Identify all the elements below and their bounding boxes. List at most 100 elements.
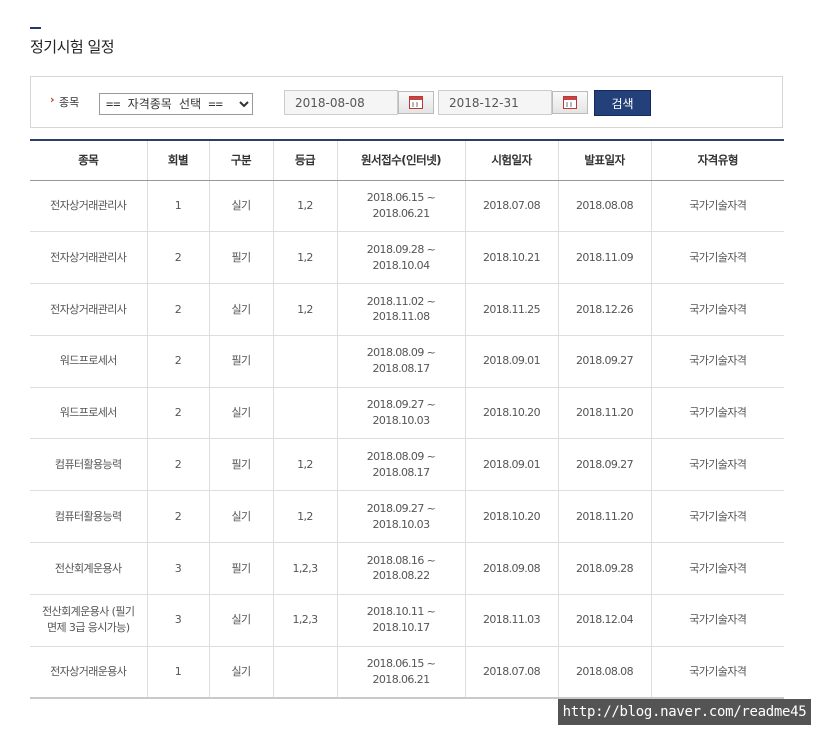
cell-grade: [272, 335, 337, 388]
table-header-row: 종목 회별 구분 등급 원서접수(인터넷) 시험일자 발표일자 자격유형: [30, 140, 784, 181]
cell-exam-date: 2018.11.25: [464, 283, 558, 336]
application-end: 2018.10.17: [372, 621, 431, 635]
application-end: 2018.10.03: [372, 517, 431, 531]
table-row: 워드프로세서 2 필기 2018.08.09 ~ 2018.08.17 2018.09.0…: [30, 335, 784, 388]
cell-result-date: 2018.09.28: [557, 542, 651, 595]
cell-exam-date: 2018.07.08: [464, 646, 558, 699]
cell-type: 필기: [208, 231, 273, 285]
cell-result-date: 2018.11.20: [557, 387, 651, 440]
cell-name: 워드프로세서: [30, 335, 147, 388]
cell-result-date: 2018.09.27: [557, 335, 651, 388]
cell-type: 필기: [208, 542, 273, 595]
start-date-input[interactable]: [284, 90, 398, 115]
application-start: 2018.08.09 ~: [366, 346, 436, 360]
cell-exam-date: 2018.10.21: [464, 231, 558, 285]
cell-cert-type: 국가기술자격: [650, 180, 784, 233]
cell-round: 3: [146, 542, 209, 595]
cell-name: 전자상거래관리사: [30, 180, 147, 233]
cell-result-date: 2018.12.04: [557, 594, 651, 647]
header-result-date: 발표일자: [557, 140, 651, 181]
cell-name: 컴퓨터활용능력: [30, 490, 147, 544]
cell-result-date: 2018.12.26: [557, 283, 651, 336]
cell-round: 1: [146, 180, 209, 233]
calendar-icon: [563, 96, 577, 109]
cell-round: 2: [146, 387, 209, 440]
cell-type: 실기: [208, 283, 273, 336]
cell-type: 실기: [208, 387, 273, 440]
header-type: 구분: [208, 140, 273, 181]
cell-type: 실기: [208, 594, 273, 647]
application-start: 2018.09.27 ~: [366, 398, 436, 412]
qualification-type-select[interactable]: == 자격종목 선택 ==: [99, 93, 253, 115]
cell-application: 2018.11.02 ~ 2018.11.08: [336, 283, 465, 336]
exam-schedule-table: 종목 회별 구분 등급 원서접수(인터넷) 시험일자 발표일자 자격유형 전자상거래관리사 1 실…: [30, 139, 784, 699]
cell-name: 전자상거래운용사: [30, 646, 147, 699]
table-row: 워드프로세서 2 실기 2018.09.27 ~ 2018.10.03 2018.10.2…: [30, 387, 784, 440]
title-accent-bar: [30, 27, 41, 29]
cell-result-date: 2018.09.27: [557, 438, 651, 492]
cell-grade: 1,2,3: [272, 594, 337, 647]
cell-type: 실기: [208, 180, 273, 233]
cell-cert-type: 국가기술자격: [650, 335, 784, 388]
cell-type: 실기: [208, 646, 273, 699]
start-date-calendar-button[interactable]: [398, 91, 434, 114]
table-row: 컴퓨터활용능력 2 실기 1,2 2018.09.27 ~2018.10.03 2018.…: [30, 490, 784, 544]
application-end: 2018.06.21: [372, 672, 431, 686]
search-button[interactable]: 검색: [594, 90, 651, 116]
header-name: 종목: [30, 140, 147, 181]
cell-name: 전자상거래관리사: [30, 231, 147, 285]
cell-application: 2018.09.28 ~ 2018.10.04: [336, 231, 465, 285]
cell-application: 2018.10.11 ~ 2018.10.17: [336, 594, 465, 647]
page-title: 정기시험 일정: [30, 38, 115, 56]
cell-round: 2: [146, 231, 209, 285]
cell-result-date: 2018.11.09: [557, 231, 651, 285]
table-row: 컴퓨터활용능력 2 필기 1,2 2018.08.09 ~2018.08.17 2018.…: [30, 438, 784, 492]
cell-cert-type: 국가기술자격: [650, 438, 784, 492]
cell-cert-type: 국가기술자격: [650, 490, 784, 544]
cell-application: 2018.09.27 ~ 2018.10.03: [336, 490, 465, 544]
end-date-input[interactable]: [438, 90, 552, 115]
cell-round: 2: [146, 283, 209, 336]
cell-cert-type: 국가기술자격: [650, 594, 784, 647]
cell-exam-date: 2018.09.01: [464, 335, 558, 388]
table-row: 전자상거래관리사 2 필기 1,2 2018.09.28 ~2018.10.04 2018…: [30, 231, 784, 285]
header-round: 회별: [146, 140, 209, 181]
header-exam-date: 시험일자: [464, 140, 558, 181]
table-row: 전자상거래관리사 1 실기 1,2 2018.06.15 ~2018.06.21 2018…: [30, 180, 784, 233]
calendar-icon: [409, 96, 423, 109]
cell-result-date: 2018.08.08: [557, 180, 651, 233]
header-application: 원서접수(인터넷): [336, 140, 465, 181]
blog-watermark: http://blog.naver.com/readme45: [558, 699, 811, 725]
cell-cert-type: 국가기술자격: [650, 283, 784, 336]
cell-grade: 1,2: [272, 438, 337, 492]
cell-type: 필기: [208, 438, 273, 492]
table-row: 전산회계운용사 (필기면제 3급 응시가능) 3 실기 1,2,3 2018.10.11…: [30, 594, 784, 647]
header-cert-type: 자격유형: [650, 140, 784, 181]
cell-round: 2: [146, 335, 209, 388]
table-row: 전자상거래운용사 1 실기 2018.06.15 ~ 2018.06.21 2018.07…: [30, 646, 784, 699]
application-start: 2018.06.15 ~: [366, 656, 436, 670]
search-panel: › 종목 == 자격종목 선택 == 검색: [30, 76, 783, 128]
application-start: 2018.10.11 ~: [366, 605, 436, 619]
cell-cert-type: 국가기술자격: [650, 646, 784, 699]
chevron-right-icon: ›: [50, 93, 55, 106]
cell-cert-type: 국가기술자격: [650, 231, 784, 285]
application-start: 2018.09.27 ~: [366, 501, 436, 515]
end-date-calendar-button[interactable]: [552, 91, 588, 114]
application-start: 2018.08.16 ~: [366, 553, 436, 567]
cell-application: 2018.08.16 ~ 2018.08.22: [336, 542, 465, 595]
table-row: 전자상거래관리사 2 실기 1,2 2018.11.02 ~2018.11.08 2018…: [30, 283, 784, 336]
application-end: 2018.06.21: [372, 206, 431, 220]
cell-round: 1: [146, 646, 209, 699]
cell-grade: 1,2: [272, 231, 337, 285]
cell-exam-date: 2018.09.08: [464, 542, 558, 595]
cell-name: 전산회계운용사: [30, 542, 147, 595]
application-start: 2018.06.15 ~: [366, 190, 436, 204]
cell-grade: 1,2: [272, 490, 337, 544]
cell-result-date: 2018.08.08: [557, 646, 651, 699]
cell-result-date: 2018.11.20: [557, 490, 651, 544]
cell-round: 3: [146, 594, 209, 647]
cell-name: 전자상거래관리사: [30, 283, 147, 336]
cell-exam-date: 2018.11.03: [464, 594, 558, 647]
application-end: 2018.08.17: [372, 465, 431, 479]
